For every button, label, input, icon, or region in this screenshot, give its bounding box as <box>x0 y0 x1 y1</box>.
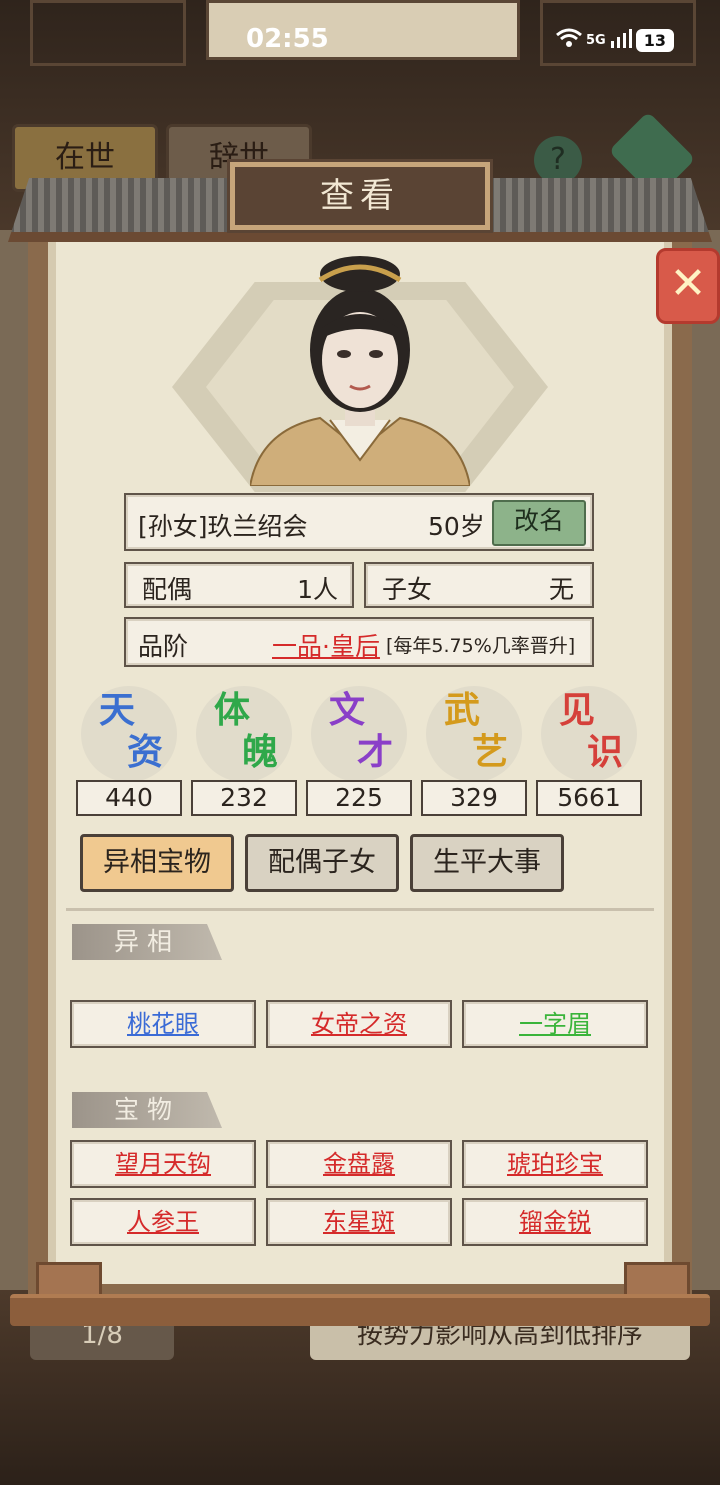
stat-label-line2: 才 <box>356 732 393 773</box>
stat-label-line1: 体 <box>213 690 250 731</box>
children-label: 子女 <box>382 575 433 604</box>
spouse-value: 1人 <box>297 575 338 604</box>
character-name: [孙女]玖兰绍会 <box>138 512 308 541</box>
spouse-box[interactable]: 配偶 1人 <box>124 562 354 608</box>
network-label: 5G <box>586 33 606 48</box>
stat-label-line1: 武 <box>443 690 480 731</box>
tab-life-events[interactable]: 生平大事 <box>410 834 564 892</box>
stat-value: 5661 <box>536 780 642 816</box>
stat-value: 329 <box>421 780 527 816</box>
treasure-button[interactable]: 望月天钩 <box>70 1140 256 1188</box>
treasures-section-title: 宝物 <box>72 1092 222 1128</box>
rank-box: 品阶 一品·皇后 [每年5.75%几率晋升] <box>124 617 594 667</box>
stat-label-line2: 识 <box>586 732 623 773</box>
treasure-button[interactable]: 镏金锐 <box>462 1198 648 1246</box>
children-value: 无 <box>548 575 574 604</box>
rank-note: [每年5.75%几率晋升] <box>386 635 576 657</box>
treasure-button[interactable]: 人参王 <box>70 1198 256 1246</box>
stat-label-line2: 魄 <box>241 732 278 773</box>
status-icons: 5G 13 <box>556 28 674 53</box>
stat-label-line1: 天 <box>98 690 135 731</box>
stat-label-line1: 文 <box>328 690 365 731</box>
trait-button[interactable]: 女帝之资 <box>266 1000 452 1048</box>
signal-icon <box>610 28 632 53</box>
spouse-label: 配偶 <box>142 575 193 604</box>
help-button[interactable]: ? <box>534 136 582 184</box>
treasure-button[interactable]: 东星斑 <box>266 1198 452 1246</box>
stat-value: 440 <box>76 780 182 816</box>
status-bar: 02:55 5G 13 <box>0 20 720 64</box>
stat-label-line2: 资 <box>126 732 163 773</box>
dialog-title: 查看 <box>230 162 490 230</box>
dialog-base <box>10 1294 710 1326</box>
trait-button[interactable]: 一字眉 <box>462 1000 648 1048</box>
tab-spouse-children[interactable]: 配偶子女 <box>245 834 399 892</box>
section-divider <box>66 908 654 911</box>
wifi-icon <box>556 28 582 53</box>
battery-icon: 13 <box>635 29 674 52</box>
stat-value: 225 <box>306 780 412 816</box>
stat-value: 232 <box>191 780 297 816</box>
rank-label: 品阶 <box>138 632 189 661</box>
treasure-button[interactable]: 琥珀珍宝 <box>462 1140 648 1188</box>
stat-label-line1: 见 <box>558 690 595 731</box>
status-time: 02:55 <box>246 24 329 54</box>
character-age: 50岁 <box>428 512 485 541</box>
close-button[interactable]: ✕ <box>656 248 720 324</box>
treasure-button[interactable]: 金盘露 <box>266 1140 452 1188</box>
tab-traits-treasures[interactable]: 异相宝物 <box>80 834 234 892</box>
rank-value[interactable]: 一品·皇后 <box>272 627 380 663</box>
traits-section-title: 异相 <box>72 924 222 960</box>
children-box[interactable]: 子女 无 <box>364 562 594 608</box>
trait-button[interactable]: 桃花眼 <box>70 1000 256 1048</box>
stat-label-line2: 艺 <box>471 732 508 773</box>
rename-button[interactable]: 改名 <box>492 500 586 546</box>
character-portrait <box>250 256 470 486</box>
